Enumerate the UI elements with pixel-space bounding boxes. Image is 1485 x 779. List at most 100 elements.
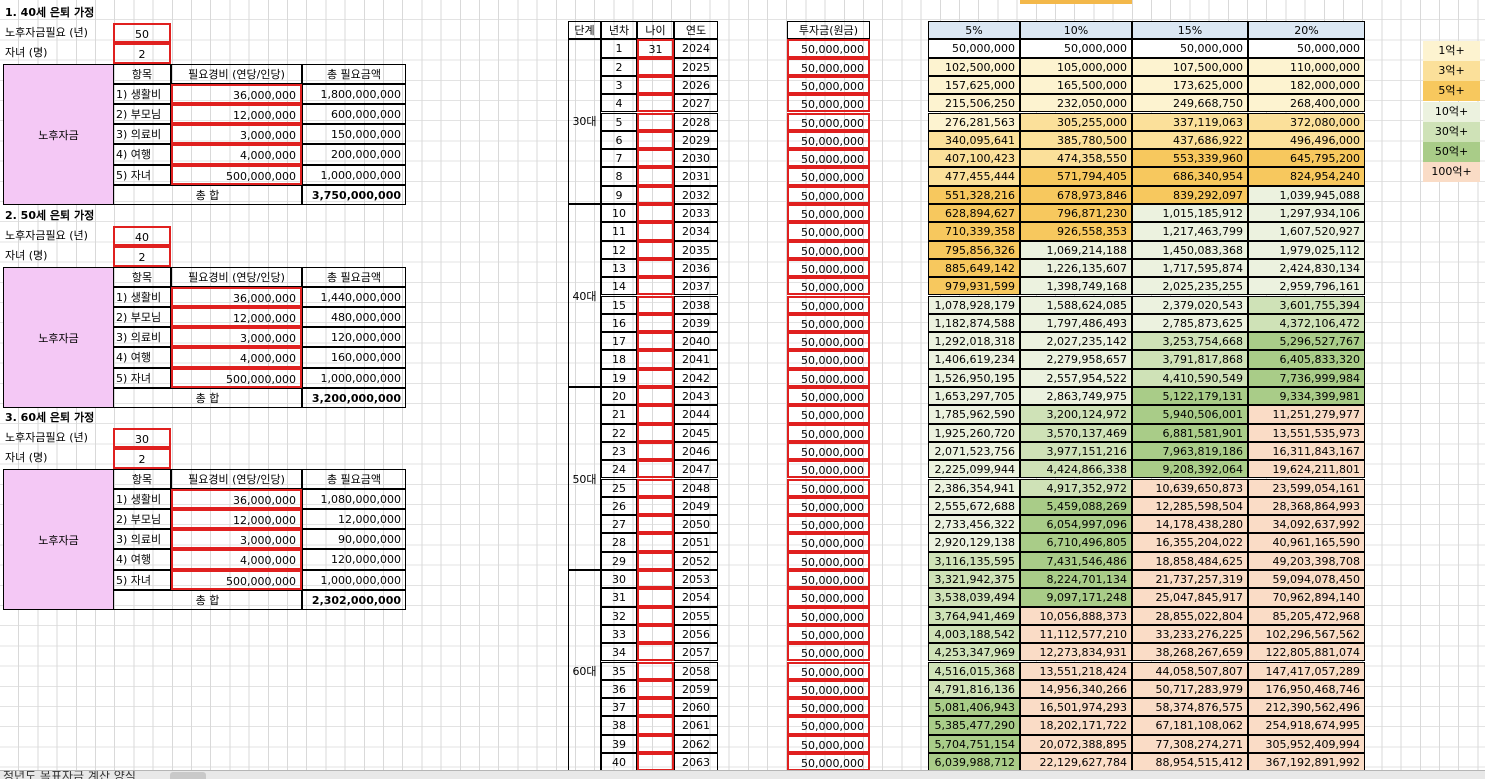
- value-r15[interactable]: 44,058,507,807: [1132, 661, 1248, 680]
- value-r5[interactable]: 4,516,015,368: [928, 661, 1020, 680]
- param-value-input[interactable]: 2: [113, 448, 171, 469]
- value-r20[interactable]: 11,251,279,977: [1248, 405, 1365, 424]
- year-number[interactable]: 21: [601, 405, 637, 424]
- value-r15[interactable]: 1,450,083,368: [1132, 240, 1248, 259]
- calendar-year[interactable]: 2050: [674, 515, 718, 534]
- value-r5[interactable]: 2,555,672,688: [928, 496, 1020, 516]
- item-label[interactable]: 2) 부모님: [113, 509, 171, 530]
- value-r5[interactable]: 340,095,641: [928, 130, 1020, 150]
- header-item[interactable]: 항목: [113, 468, 171, 489]
- year-number[interactable]: 10: [601, 204, 637, 223]
- year-number[interactable]: 15: [601, 295, 637, 314]
- value-r20[interactable]: 110,000,000: [1248, 57, 1365, 76]
- value-r10[interactable]: 9,097,171,248: [1020, 588, 1132, 607]
- total-value[interactable]: 1,800,000,000: [302, 83, 406, 104]
- value-r5[interactable]: 5,081,406,943: [928, 698, 1020, 717]
- header-total[interactable]: 총 필요금액: [302, 266, 406, 287]
- calendar-year[interactable]: 2038: [674, 295, 718, 314]
- value-r5[interactable]: 1,925,260,720: [928, 423, 1020, 442]
- value-r10[interactable]: 2,557,954,522: [1020, 368, 1132, 387]
- value-r10[interactable]: 3,200,124,972: [1020, 405, 1132, 424]
- value-r15[interactable]: 14,178,438,280: [1132, 515, 1248, 534]
- param-label[interactable]: 노후자금필요 (년): [3, 23, 113, 43]
- invest-input[interactable]: 50,000,000: [787, 441, 870, 461]
- item-label[interactable]: 4) 여행: [113, 549, 171, 570]
- value-r10[interactable]: 305,255,000: [1020, 112, 1132, 131]
- value-r10[interactable]: 6,710,496,805: [1020, 533, 1132, 552]
- expense-input[interactable]: 12,000,000: [171, 104, 302, 125]
- sum-value[interactable]: 2,302,000,000: [302, 589, 406, 610]
- value-r15[interactable]: 50,000,000: [1132, 39, 1248, 58]
- value-r20[interactable]: 9,334,399,981: [1248, 387, 1365, 406]
- value-r10[interactable]: 8,224,701,134: [1020, 570, 1132, 589]
- value-r5[interactable]: 50,000,000: [928, 39, 1020, 58]
- age-input[interactable]: [637, 94, 674, 113]
- item-label[interactable]: 1) 생활비: [113, 488, 171, 509]
- value-r10[interactable]: 20,072,388,895: [1020, 734, 1132, 753]
- invest-input[interactable]: 50,000,000: [787, 734, 870, 753]
- invest-input[interactable]: 50,000,000: [787, 423, 870, 442]
- value-r15[interactable]: 77,308,274,271: [1132, 734, 1248, 753]
- value-r5[interactable]: 276,281,563: [928, 112, 1020, 131]
- age-input[interactable]: [637, 716, 674, 735]
- item-label[interactable]: 1) 생활비: [113, 83, 171, 104]
- calendar-year[interactable]: 2061: [674, 716, 718, 735]
- calendar-year[interactable]: 2058: [674, 661, 718, 680]
- calendar-year[interactable]: 2026: [674, 75, 718, 95]
- year-number[interactable]: 6: [601, 130, 637, 150]
- value-r10[interactable]: 1,398,749,168: [1020, 277, 1132, 296]
- section-title[interactable]: 3. 60세 은퇴 가정: [3, 408, 203, 428]
- value-r15[interactable]: 28,855,022,804: [1132, 606, 1248, 625]
- age-input[interactable]: [637, 368, 674, 387]
- expense-input[interactable]: 36,000,000: [171, 488, 302, 509]
- value-r10[interactable]: 796,871,230: [1020, 204, 1132, 223]
- expense-input[interactable]: 4,000,000: [171, 549, 302, 570]
- total-value[interactable]: 1,000,000,000: [302, 367, 406, 388]
- calendar-year[interactable]: 2037: [674, 277, 718, 296]
- year-number[interactable]: 11: [601, 222, 637, 241]
- value-r5[interactable]: 3,116,135,595: [928, 551, 1020, 570]
- value-r20[interactable]: 182,000,000: [1248, 75, 1365, 95]
- value-r5[interactable]: 979,931,599: [928, 277, 1020, 296]
- value-r15[interactable]: 337,119,063: [1132, 112, 1248, 131]
- invest-input[interactable]: 50,000,000: [787, 515, 870, 534]
- value-r20[interactable]: 212,390,562,496: [1248, 698, 1365, 717]
- age-input[interactable]: [637, 57, 674, 76]
- invest-input[interactable]: 50,000,000: [787, 295, 870, 314]
- age-input[interactable]: [637, 350, 674, 369]
- calendar-year[interactable]: 2024: [674, 39, 718, 58]
- stage-label[interactable]: 30대: [568, 39, 601, 204]
- value-r5[interactable]: 795,856,326: [928, 240, 1020, 259]
- spreadsheet-grid[interactable]: 1. 40세 은퇴 가정 노후자금필요 (년) 50 자녀 (명) 2 노후자금 항목 필요경…: [0, 0, 1485, 770]
- value-r20[interactable]: 34,092,637,992: [1248, 515, 1365, 534]
- value-r5[interactable]: 3,321,942,375: [928, 570, 1020, 589]
- value-r10[interactable]: 1,588,624,085: [1020, 295, 1132, 314]
- value-r15[interactable]: 1,217,463,799: [1132, 222, 1248, 241]
- invest-input[interactable]: 50,000,000: [787, 698, 870, 717]
- year-number[interactable]: 30: [601, 570, 637, 589]
- value-r10[interactable]: 4,424,866,338: [1020, 460, 1132, 479]
- param-label[interactable]: 자녀 (명): [3, 448, 113, 468]
- invest-input[interactable]: 50,000,000: [787, 277, 870, 296]
- block-label[interactable]: 노후자금: [3, 468, 114, 610]
- age-input[interactable]: [637, 277, 674, 296]
- age-input[interactable]: [637, 405, 674, 424]
- value-r15[interactable]: 16,355,204,022: [1132, 533, 1248, 552]
- header-expense[interactable]: 필요경비 (연당/인당): [171, 266, 302, 287]
- total-value[interactable]: 150,000,000: [302, 124, 406, 145]
- value-r10[interactable]: 385,780,500: [1020, 130, 1132, 150]
- age-input[interactable]: [637, 661, 674, 680]
- item-label[interactable]: 5) 자녀: [113, 367, 171, 388]
- value-r10[interactable]: 6,054,997,096: [1020, 515, 1132, 534]
- age-input[interactable]: [637, 588, 674, 607]
- age-input[interactable]: [637, 149, 674, 168]
- calendar-year[interactable]: 2040: [674, 332, 718, 351]
- expense-input[interactable]: 12,000,000: [171, 509, 302, 530]
- age-input[interactable]: [637, 313, 674, 333]
- invest-input[interactable]: 50,000,000: [787, 460, 870, 479]
- calendar-year[interactable]: 2057: [674, 643, 718, 662]
- year-number[interactable]: 39: [601, 734, 637, 753]
- value-r5[interactable]: 102,500,000: [928, 57, 1020, 76]
- value-r5[interactable]: 2,920,129,138: [928, 533, 1020, 552]
- value-r20[interactable]: 1,039,945,088: [1248, 185, 1365, 204]
